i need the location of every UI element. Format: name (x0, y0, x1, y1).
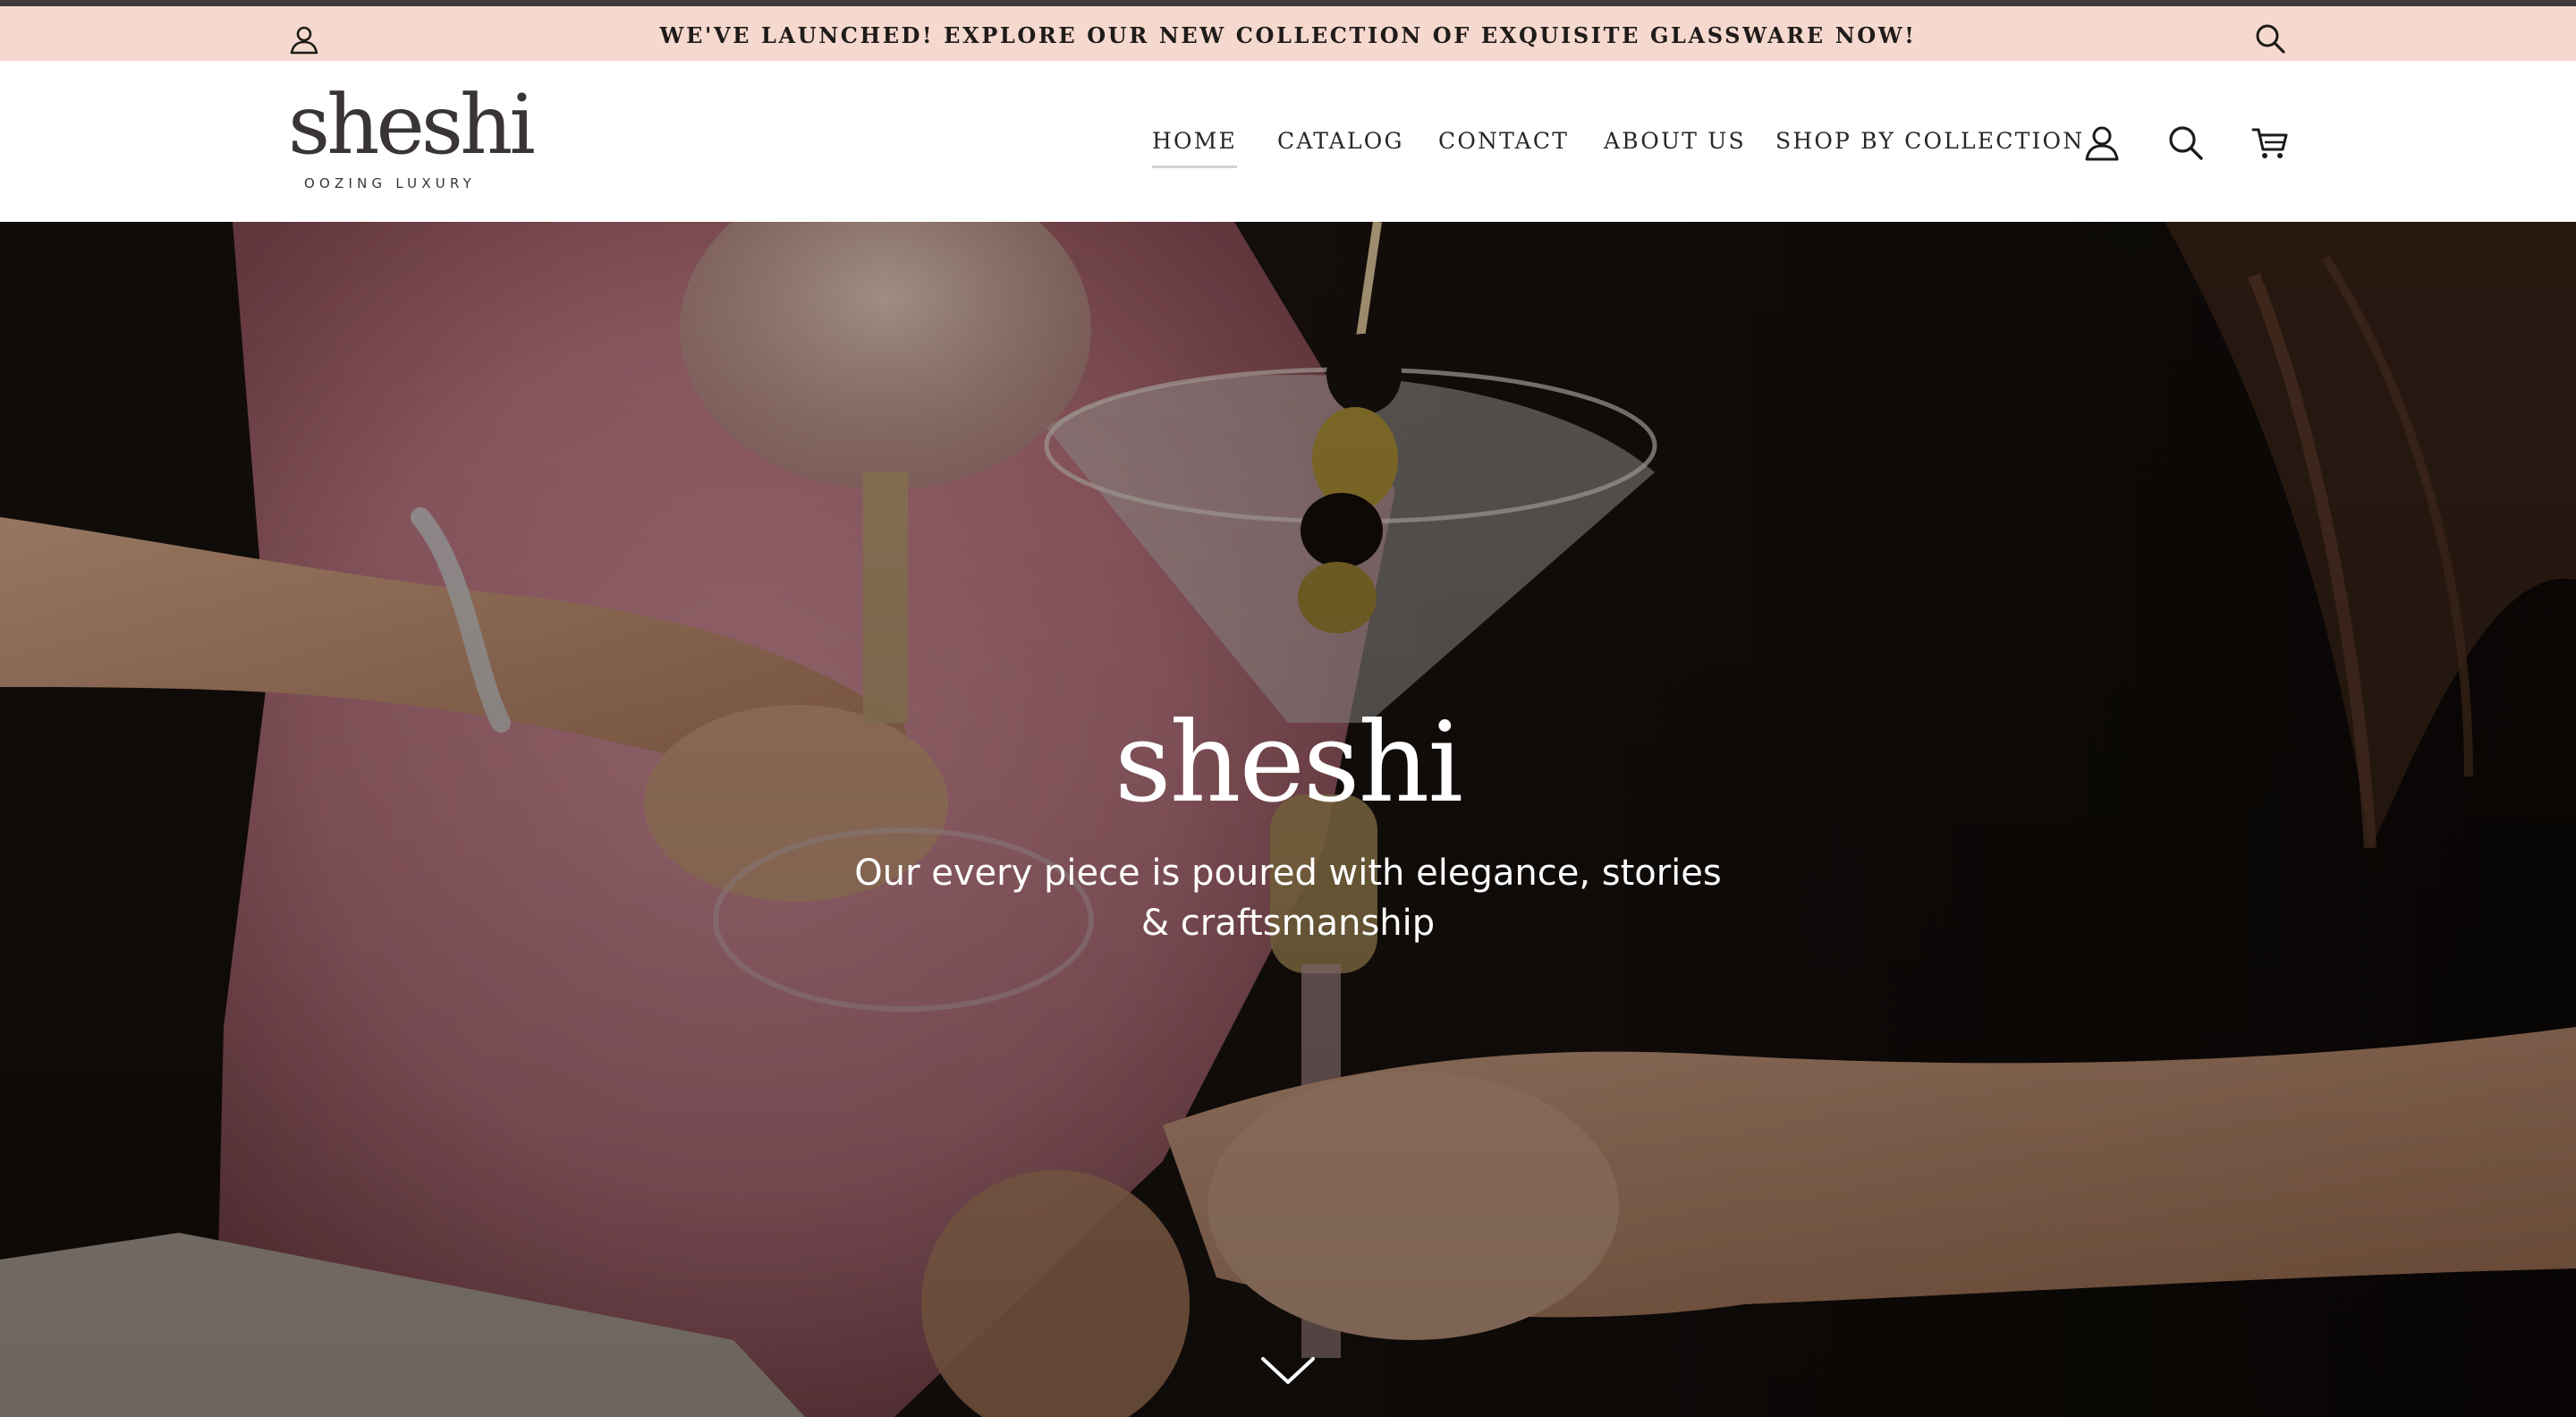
nav-item-label: ABOUT US (1604, 128, 1746, 154)
announcement-bar: WE'VE LAUNCHED! EXPLORE OUR NEW COLLECTI… (0, 6, 2576, 61)
site-header: sheshi OOZING LUXURY HOME CATALOG CONTAC… (0, 61, 2576, 222)
hero-banner: sheshi Our every piece is poured with el… (0, 222, 2576, 1417)
nav-item-label: CATALOG (1277, 128, 1404, 154)
nav-item-label: SHOP BY COLLECTION (1775, 128, 2085, 154)
nav-item-contact[interactable]: CONTACT (1438, 123, 1569, 159)
nav-item-catalog[interactable]: CATALOG (1277, 123, 1404, 159)
hero-title: sheshi (1114, 699, 1463, 827)
hero-subtitle: Our every piece is poured with elegance,… (854, 853, 1722, 944)
logo-wordmark: sheshi (288, 77, 536, 173)
nav-item-home[interactable]: HOME (1152, 123, 1237, 168)
announcement-text[interactable]: WE'VE LAUNCHED! EXPLORE OUR NEW COLLECTI… (0, 6, 2576, 61)
search-icon[interactable] (2254, 22, 2288, 56)
nav-item-shop-by-collection[interactable]: SHOP BY COLLECTION (1775, 123, 2084, 159)
active-nav-underline (1152, 165, 1237, 168)
account-icon[interactable] (2082, 123, 2122, 163)
cart-icon[interactable] (2250, 123, 2290, 163)
chevron-down-icon[interactable] (1259, 1353, 1317, 1389)
logo-tagline: OOZING LUXURY (304, 175, 476, 191)
nav-item-about-us[interactable]: ABOUT US (1604, 123, 1746, 159)
logo[interactable]: sheshi OOZING LUXURY (288, 81, 536, 192)
window-top-edge (0, 0, 2576, 6)
search-icon[interactable] (2166, 123, 2206, 163)
nav-item-label: CONTACT (1438, 128, 1570, 154)
nav-item-label: HOME (1152, 128, 1237, 154)
